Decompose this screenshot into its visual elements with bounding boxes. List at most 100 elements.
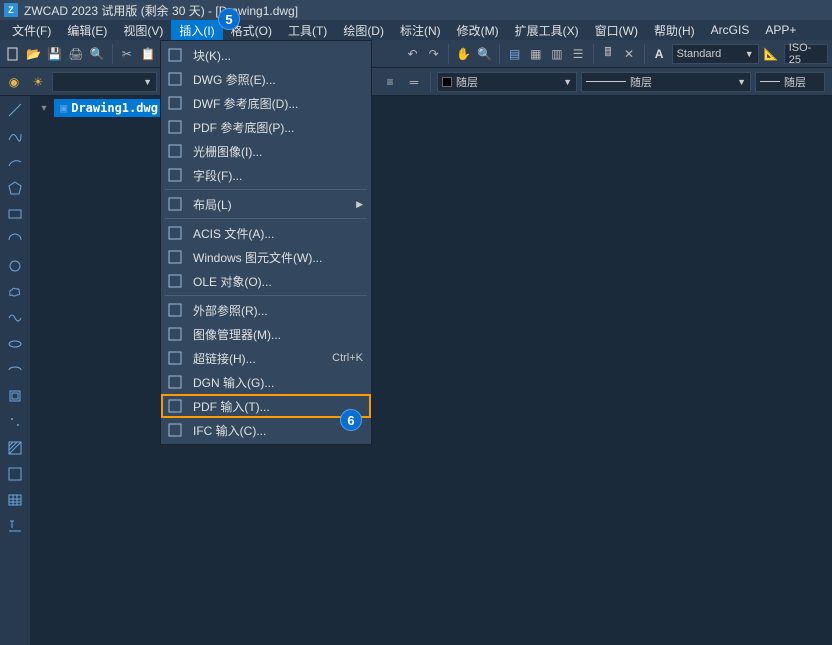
menu-item[interactable]: PDF 参考底图(P)... bbox=[161, 115, 371, 139]
drawing-canvas[interactable] bbox=[30, 96, 832, 645]
menu-item-icon bbox=[167, 95, 183, 111]
menu-modify[interactable]: 修改(M) bbox=[449, 20, 507, 41]
revcloud-tool[interactable] bbox=[5, 282, 25, 302]
menu-window[interactable]: 窗口(W) bbox=[587, 20, 646, 41]
arc-tool[interactable] bbox=[5, 152, 25, 172]
linetype-button[interactable]: ≡ bbox=[380, 72, 400, 92]
ellipse-arc-tool[interactable] bbox=[5, 360, 25, 380]
insert-menu-dropdown: 块(K)...DWG 参照(E)...DWF 参考底图(D)...PDF 参考底… bbox=[160, 40, 372, 445]
tab-active[interactable]: ▣ Drawing1.dwg bbox=[54, 99, 164, 117]
menu-item-label: IFC 输入(C)... bbox=[193, 422, 363, 439]
zoom-button[interactable]: 🔍 bbox=[476, 44, 493, 64]
submenu-arrow-icon: ▶ bbox=[356, 199, 363, 210]
erase-button[interactable]: ✕ bbox=[621, 44, 638, 64]
menu-item[interactable]: PDF 输入(T)... bbox=[161, 394, 371, 418]
dimstyle-icon[interactable]: 📐 bbox=[763, 44, 780, 64]
menu-separator bbox=[165, 189, 367, 190]
rectangle-tool[interactable] bbox=[5, 204, 25, 224]
menu-arcgis[interactable]: ArcGIS bbox=[703, 21, 758, 39]
table-button[interactable]: ▥ bbox=[548, 44, 565, 64]
menu-item[interactable]: 光栅图像(I)... bbox=[161, 139, 371, 163]
print-button[interactable]: 🖨 bbox=[67, 44, 84, 64]
menu-item-label: 图像管理器(M)... bbox=[193, 326, 363, 343]
menu-item[interactable]: 超链接(H)...Ctrl+K bbox=[161, 346, 371, 370]
tab-prev-button[interactable]: ▾ bbox=[36, 100, 52, 116]
hatch-tool[interactable] bbox=[5, 438, 25, 458]
menu-item[interactable]: DGN 输入(G)... bbox=[161, 370, 371, 394]
menu-item-icon bbox=[167, 196, 183, 212]
app-logo: Z bbox=[4, 3, 18, 17]
copy-button[interactable]: 📋 bbox=[140, 44, 157, 64]
menu-item-icon bbox=[167, 350, 183, 366]
menu-item[interactable]: 图像管理器(M)... bbox=[161, 322, 371, 346]
color-combo[interactable]: 随层 ▼ bbox=[437, 72, 577, 92]
linetype-combo[interactable]: 随层 ▼ bbox=[581, 72, 751, 92]
menu-tools[interactable]: 工具(T) bbox=[280, 20, 335, 41]
point-tool[interactable] bbox=[5, 412, 25, 432]
menu-item[interactable]: OLE 对象(O)... bbox=[161, 269, 371, 293]
pan-button[interactable]: ✋ bbox=[455, 44, 472, 64]
menu-item-icon bbox=[167, 273, 183, 289]
lineweight-combo[interactable]: 随层 bbox=[755, 72, 825, 92]
layer-combo[interactable]: ▼ bbox=[52, 72, 157, 92]
textstyle-icon[interactable]: A bbox=[650, 44, 667, 64]
menu-item[interactable]: 外部参照(R)... bbox=[161, 298, 371, 322]
menu-item[interactable]: 布局(L)▶ bbox=[161, 192, 371, 216]
menu-insert[interactable]: 插入(I) bbox=[171, 20, 222, 41]
arc2-tool[interactable] bbox=[5, 230, 25, 250]
menu-file[interactable]: 文件(F) bbox=[4, 20, 59, 41]
menu-item-icon bbox=[167, 326, 183, 342]
color-value: 随层 bbox=[456, 74, 478, 90]
menu-app[interactable]: APP+ bbox=[757, 21, 804, 39]
menu-view[interactable]: 视图(V) bbox=[115, 20, 171, 41]
menu-item[interactable]: 字段(F)... bbox=[161, 163, 371, 187]
calculator-button[interactable]: 🖩 bbox=[599, 44, 616, 64]
callout-6: 6 bbox=[340, 409, 362, 431]
layers-button[interactable]: ▤ bbox=[506, 44, 523, 64]
text-tool[interactable] bbox=[5, 516, 25, 536]
menu-express[interactable]: 扩展工具(X) bbox=[507, 20, 587, 41]
properties-button[interactable]: ☰ bbox=[569, 44, 586, 64]
menu-item[interactable]: 块(K)... bbox=[161, 43, 371, 67]
menu-item-label: OLE 对象(O)... bbox=[193, 273, 363, 290]
menu-item-icon bbox=[167, 119, 183, 135]
region-tool[interactable] bbox=[5, 464, 25, 484]
dimstyle-combo[interactable]: ISO-25 bbox=[784, 44, 828, 64]
lineweight-button[interactable]: ═ bbox=[404, 72, 424, 92]
menu-item[interactable]: DWF 参考底图(D)... bbox=[161, 91, 371, 115]
redo-button[interactable]: ↷ bbox=[425, 44, 442, 64]
dwg-icon: ▣ bbox=[60, 101, 67, 115]
line-tool[interactable] bbox=[5, 100, 25, 120]
textstyle-combo[interactable]: Standard ▼ bbox=[672, 44, 759, 64]
menu-draw[interactable]: 绘图(D) bbox=[335, 20, 392, 41]
menu-dimension[interactable]: 标注(N) bbox=[392, 20, 449, 41]
undo-button[interactable]: ↶ bbox=[404, 44, 421, 64]
sun-icon[interactable]: ☀ bbox=[28, 72, 48, 92]
block-button[interactable]: ▦ bbox=[527, 44, 544, 64]
menu-item-label: PDF 输入(T)... bbox=[193, 398, 363, 415]
menu-item-label: 外部参照(R)... bbox=[193, 302, 363, 319]
circle-tool[interactable] bbox=[5, 256, 25, 276]
polygon-tool[interactable] bbox=[5, 178, 25, 198]
menu-item[interactable]: ACIS 文件(A)... bbox=[161, 221, 371, 245]
main-area bbox=[0, 96, 832, 645]
new-button[interactable] bbox=[4, 44, 21, 64]
layer-properties-button[interactable]: ◉ bbox=[4, 72, 24, 92]
cut-button[interactable]: ✂ bbox=[118, 44, 135, 64]
table-tool[interactable] bbox=[5, 490, 25, 510]
menu-item[interactable]: DWG 参照(E)... bbox=[161, 67, 371, 91]
menu-bar: 文件(F) 编辑(E) 视图(V) 插入(I) 格式(O) 工具(T) 绘图(D… bbox=[0, 20, 832, 40]
menu-help[interactable]: 帮助(H) bbox=[646, 20, 703, 41]
ellipse-tool[interactable] bbox=[5, 334, 25, 354]
block-tool[interactable] bbox=[5, 386, 25, 406]
save-button[interactable]: 💾 bbox=[46, 44, 63, 64]
drawing-tabs: ▾ ▣ Drawing1.dwg bbox=[36, 98, 164, 118]
menu-edit[interactable]: 编辑(E) bbox=[59, 20, 115, 41]
menu-item-label: 光栅图像(I)... bbox=[193, 143, 363, 160]
menu-item[interactable]: Windows 图元文件(W)... bbox=[161, 245, 371, 269]
spline-tool[interactable] bbox=[5, 126, 25, 146]
line-sample bbox=[586, 81, 626, 82]
spline2-tool[interactable] bbox=[5, 308, 25, 328]
open-button[interactable]: 📂 bbox=[25, 44, 42, 64]
preview-button[interactable]: 🔍 bbox=[88, 44, 105, 64]
